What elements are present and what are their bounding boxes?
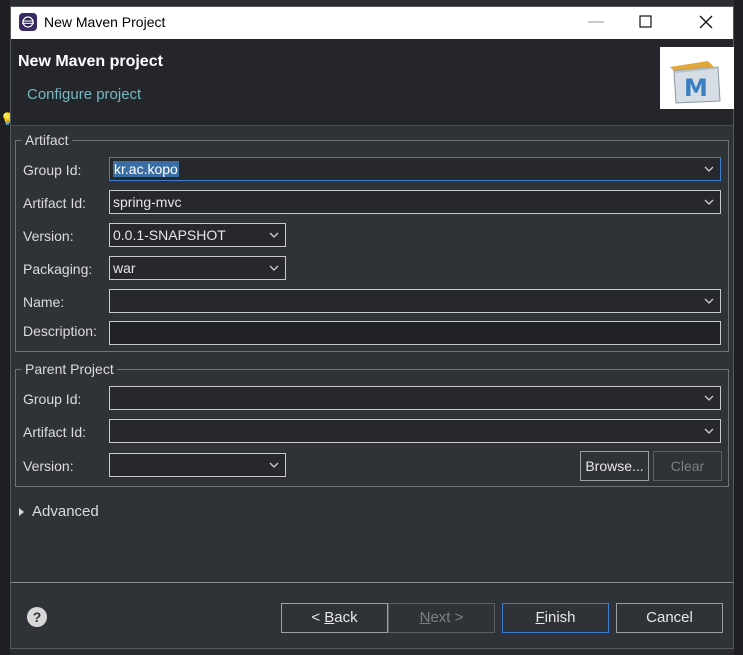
chevron-down-icon[interactable] [698,290,720,312]
parent-artifact-id-combo[interactable] [109,419,721,443]
finish-button-rest: inish [544,609,576,626]
advanced-toggle[interactable]: Advanced [19,503,99,520]
name-label: Name: [23,294,65,310]
wizard-subtitle: Configure project [27,86,142,103]
wizard-header: New Maven project Configure project M [11,39,734,125]
back-button-rest: ack [334,609,358,626]
chevron-down-icon[interactable] [698,387,720,409]
version-label: Version: [23,228,74,244]
title-bar: New Maven Project — [11,7,733,39]
help-icon[interactable]: ? [27,607,47,627]
chevron-right-icon [19,508,24,517]
packaging-value: war [113,260,136,276]
artifact-id-value: spring-mvc [113,194,182,210]
clear-button[interactable]: Clear [653,451,722,481]
chevron-down-icon[interactable] [698,158,720,180]
chevron-down-icon[interactable] [263,454,285,476]
header-divider [11,125,733,126]
artifact-id-combo[interactable]: spring-mvc [109,190,721,214]
next-button-mnemonic: N [419,609,431,626]
chevron-down-icon[interactable] [263,224,285,246]
finish-button[interactable]: Finish [502,603,609,633]
close-button[interactable] [683,7,729,39]
minimize-button[interactable]: — [573,7,619,39]
footer-divider [11,582,733,583]
browse-button[interactable]: Browse... [580,451,649,481]
parent-artifact-id-label: Artifact Id: [23,424,87,440]
parent-project-legend: Parent Project [22,361,117,377]
maximize-button[interactable] [623,7,669,39]
version-combo[interactable]: 0.0.1-SNAPSHOT [109,223,286,247]
parent-group-id-label: Group Id: [23,391,82,407]
packaging-label: Packaging: [23,261,93,277]
group-id-label: Group Id: [23,162,82,178]
next-button-rest: ext > [430,609,464,626]
description-field[interactable] [109,321,721,345]
group-id-combo[interactable]: kr.ac.kopo [109,157,721,181]
chevron-down-icon[interactable] [698,420,720,442]
wizard-title: New Maven project [18,53,163,70]
maven-logo-letter: M [684,74,708,102]
artifact-legend: Artifact [22,132,72,148]
maven-logo: M [660,47,734,109]
name-combo[interactable] [109,289,721,313]
parent-version-label: Version: [23,458,74,474]
background-editor-left [0,0,10,655]
eclipse-icon [19,13,37,31]
artifact-id-label: Artifact Id: [23,195,87,211]
chevron-down-icon[interactable] [698,191,720,213]
back-button-mnemonic: B [324,609,335,626]
cancel-button[interactable]: Cancel [616,603,723,633]
parent-version-combo[interactable] [109,453,286,477]
finish-button-mnemonic: F [535,609,545,626]
back-button-prefix: < [311,609,325,626]
back-button[interactable]: < Back [281,603,388,633]
packaging-combo[interactable]: war [109,256,286,280]
background-editor-right [734,0,743,655]
new-maven-project-dialog: New Maven Project — New Maven project Co… [10,6,734,649]
group-id-value: kr.ac.kopo [113,161,179,177]
next-button[interactable]: Next > [388,603,495,633]
version-value: 0.0.1-SNAPSHOT [113,227,226,243]
description-label: Description: [23,323,97,339]
window-title: New Maven Project [44,14,166,30]
parent-group-id-combo[interactable] [109,386,721,410]
advanced-label: Advanced [32,503,99,520]
chevron-down-icon[interactable] [263,257,285,279]
